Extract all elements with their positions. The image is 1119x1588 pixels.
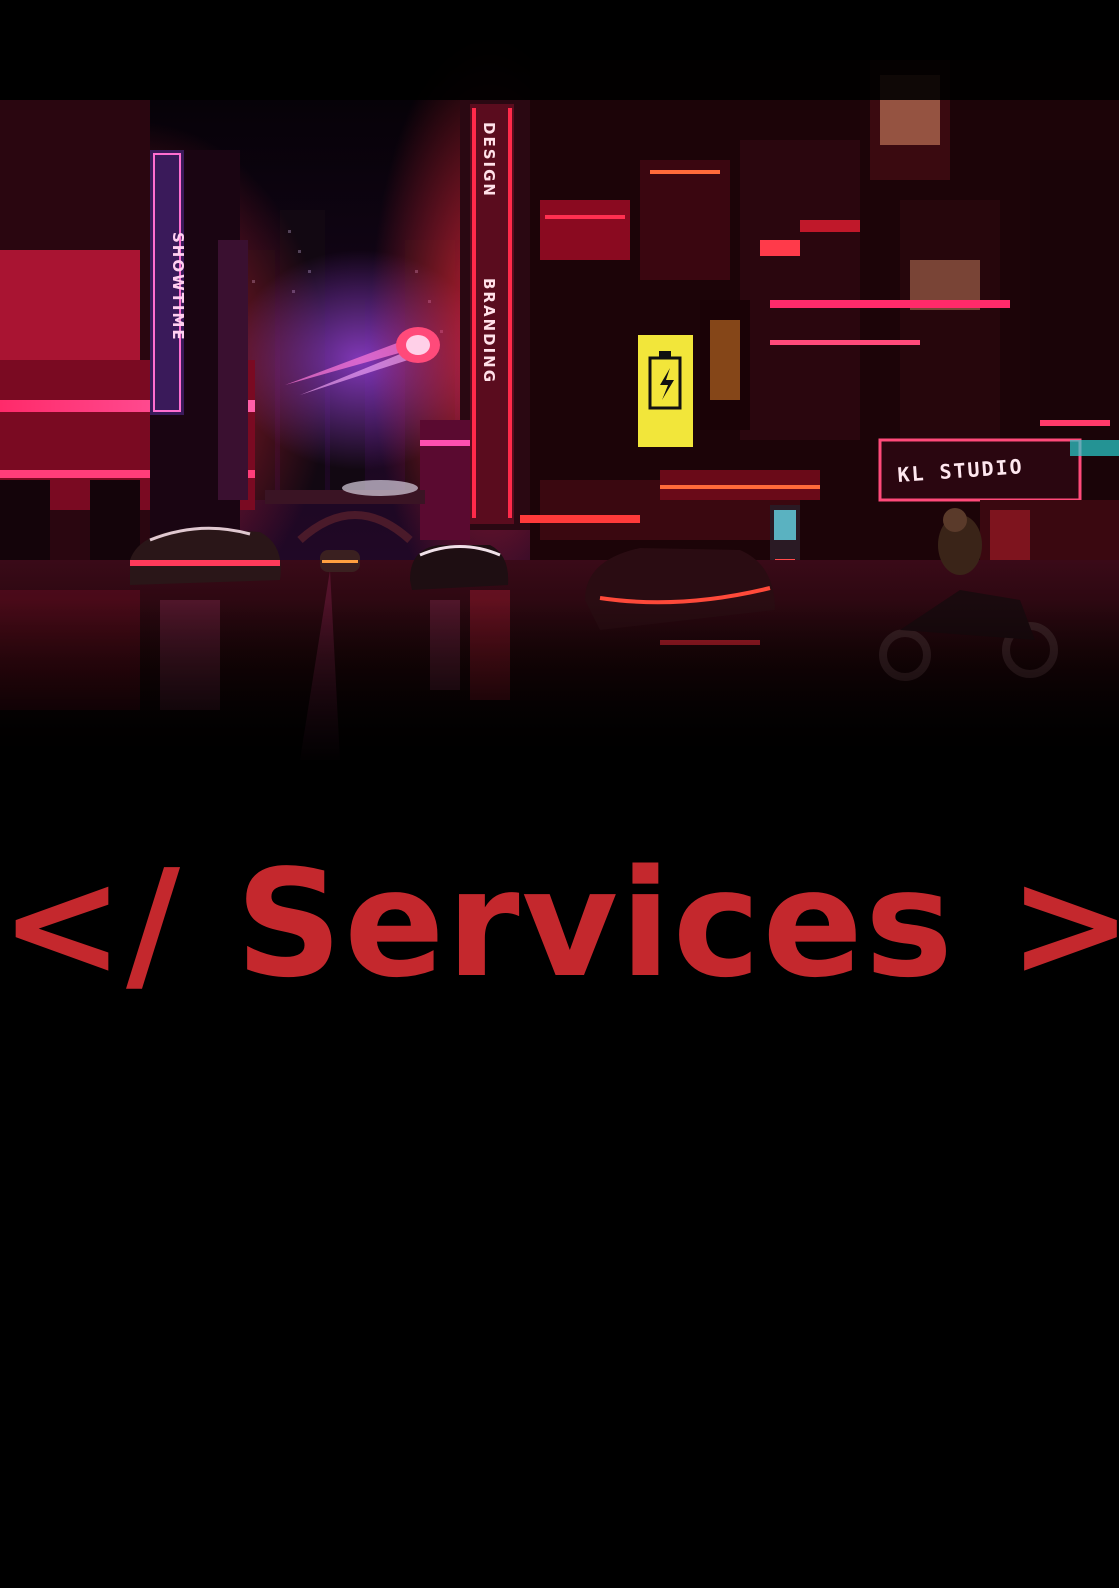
battery-sign-icon — [638, 335, 693, 447]
right-buildings — [520, 60, 1119, 620]
showtime-sign: SHOWTIME — [169, 232, 187, 342]
left-buildings — [0, 100, 255, 570]
branding-sign: BRANDING — [480, 278, 498, 384]
car-center-far — [320, 550, 360, 572]
services-heading: </ Services > — [0, 838, 1119, 1010]
cyberpunk-city-illustration: SHOWTIME DESIGN BRANDING KL STUDIO — [0, 0, 1119, 770]
design-sign: DESIGN — [480, 122, 498, 198]
car-center — [410, 545, 509, 590]
